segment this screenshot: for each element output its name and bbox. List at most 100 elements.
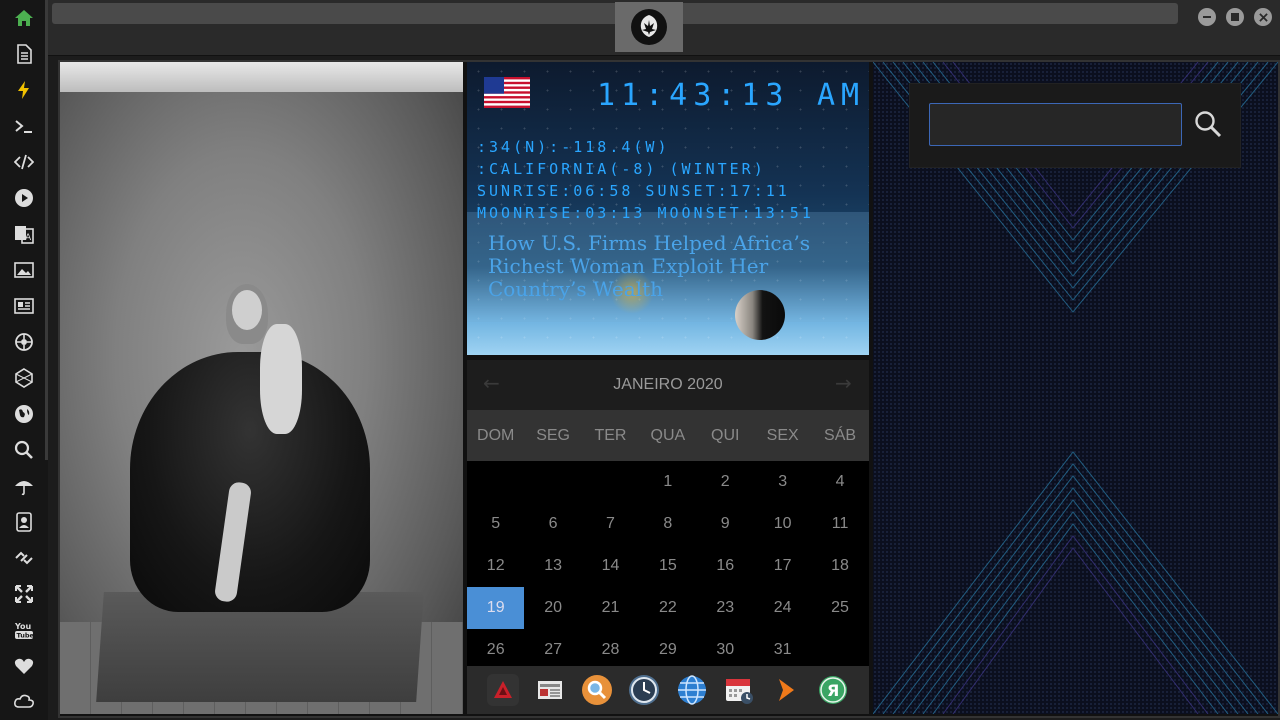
minimize-button[interactable] [1198, 8, 1216, 26]
clock-coordinates: :34(N):-118.4(W) [477, 138, 670, 156]
calendar-app-icon[interactable] [723, 674, 755, 706]
yandex-icon[interactable]: Я [817, 674, 849, 706]
search-widget [909, 83, 1241, 168]
calendar-day[interactable]: 28 [582, 629, 639, 666]
code-icon[interactable] [10, 148, 38, 176]
globe-icon[interactable] [10, 400, 38, 428]
contacts-icon[interactable] [10, 508, 38, 536]
calendar-grid: 1 2 3 4 5 6 7 8 9 10 11 12 13 14 15 16 1… [467, 461, 869, 666]
home-icon[interactable] [10, 4, 38, 32]
weekday-label: DOM [477, 427, 515, 444]
calendar-day[interactable]: 7 [582, 503, 639, 545]
calendar-day[interactable]: 5 [467, 503, 524, 545]
world-clock-panel: 11:43:13 AM :34(N):-118.4(W) :CALIFORNIA… [467, 62, 869, 355]
calendar-day[interactable]: 2 [697, 461, 754, 503]
browser-globe-icon[interactable] [676, 674, 708, 706]
calendar-day[interactable]: 15 [639, 545, 696, 587]
calendar-day[interactable]: 16 [697, 545, 754, 587]
link-icon[interactable] [10, 544, 38, 572]
calendar-weekdays: DOM SEG TER QUA QUI SEX SÁB [467, 410, 869, 461]
next-month-button[interactable]: → [835, 371, 852, 395]
newspaper-icon[interactable] [534, 674, 566, 706]
calendar-week: 19 20 21 22 23 24 25 [467, 587, 869, 629]
photo-panel [60, 62, 463, 714]
weekday-label: SEG [536, 427, 570, 444]
calendar-day[interactable]: 26 [467, 629, 524, 666]
calendar-day[interactable]: 20 [524, 587, 581, 629]
search-button[interactable] [1192, 108, 1224, 140]
image-icon[interactable] [10, 256, 38, 284]
calendar-day-today[interactable]: 19 [467, 587, 525, 629]
logo-tab[interactable] [615, 2, 683, 52]
clock-moon-times: MOONRISE:03:13 MOONSET:13:51 [477, 204, 814, 222]
app-sidebar: A You Tube [0, 0, 48, 720]
calendar-day[interactable]: 25 [811, 587, 868, 629]
clock-app-icon[interactable] [628, 674, 660, 706]
app-red-triangle-icon[interactable] [486, 674, 519, 706]
calendar-day [524, 461, 581, 503]
clock-sun-times: SUNRISE:06:58 SUNSET:17:11 [477, 182, 790, 200]
weekday-label: SÁB [824, 427, 857, 444]
news-icon[interactable] [10, 292, 38, 320]
calendar-day[interactable]: 4 [811, 461, 868, 503]
play-icon[interactable] [10, 184, 38, 212]
cloud-icon[interactable] [10, 688, 38, 716]
sidebar-scrollbar[interactable] [45, 0, 48, 460]
hexagon-icon[interactable] [10, 364, 38, 392]
calendar-day[interactable]: 14 [582, 545, 639, 587]
terminal-icon[interactable] [10, 112, 38, 140]
weekday-label: SEX [766, 427, 799, 444]
calendar-week: 12 13 14 15 16 17 18 [467, 545, 869, 587]
translate-icon[interactable]: A [10, 220, 38, 248]
calendar-day[interactable]: 1 [639, 461, 696, 503]
calendar-day[interactable]: 12 [467, 545, 524, 587]
bolt-icon[interactable] [10, 76, 38, 104]
calendar-day[interactable]: 24 [754, 587, 811, 629]
calendar-day[interactable]: 9 [697, 503, 754, 545]
calendar-day[interactable]: 22 [639, 587, 696, 629]
calendar-day[interactable]: 21 [582, 587, 639, 629]
calendar-week: 5 6 7 8 9 10 11 [467, 503, 869, 545]
youtube-icon[interactable]: You Tube [10, 616, 38, 644]
maximize-button[interactable] [1226, 8, 1244, 26]
search-icon [1195, 111, 1222, 138]
calendar-day [582, 461, 639, 503]
calendar-day[interactable]: 31 [754, 629, 811, 666]
calendar-day[interactable]: 23 [697, 587, 754, 629]
desktop: A You Tube 11:43:13 AM:34(N):-118.4(W) … [0, 0, 1280, 720]
close-icon [1258, 12, 1268, 22]
calendar-day[interactable]: 10 [754, 503, 811, 545]
calendar-header: ← JANEIRO 2020 → [467, 360, 869, 410]
expand-icon[interactable] [10, 580, 38, 608]
heart-icon[interactable] [10, 652, 38, 680]
calendar-day[interactable]: 30 [697, 629, 754, 666]
umbrella-icon[interactable] [10, 472, 38, 500]
calendar-day[interactable]: 8 [639, 503, 696, 545]
calendar-day[interactable]: 17 [754, 545, 811, 587]
arrow-app-icon[interactable] [770, 674, 802, 706]
calendar-day[interactable]: 27 [524, 629, 581, 666]
us-flag-icon [484, 77, 530, 108]
search-icon[interactable] [10, 436, 38, 464]
svg-text:You: You [14, 622, 32, 631]
calendar-day[interactable]: 6 [524, 503, 581, 545]
calendar-day[interactable]: 29 [639, 629, 696, 666]
news-headline[interactable]: How U.S. Firms Helped Africa’s Richest W… [488, 232, 858, 301]
calendar-day [467, 461, 524, 503]
weekday-label: QUI [711, 427, 740, 444]
calendar-day[interactable]: 13 [524, 545, 581, 587]
svg-text:A: A [25, 233, 32, 243]
calendar-widget: ← JANEIRO 2020 → DOM SEG TER QUA QUI SEX… [467, 360, 869, 666]
weekday-label: TER [594, 427, 627, 444]
svg-text:Tube: Tube [17, 632, 35, 640]
magnifier-app-icon[interactable] [581, 674, 613, 706]
document-icon[interactable] [10, 40, 38, 68]
calendar-day[interactable]: 3 [754, 461, 811, 503]
calendar-week: 26 27 28 29 30 31 [467, 629, 869, 666]
calendar-day[interactable]: 11 [811, 503, 868, 545]
clock-location: :CALIFORNIA(-8) (WINTER) [477, 160, 766, 178]
search-input[interactable] [929, 103, 1182, 146]
calendar-day[interactable]: 18 [811, 545, 868, 587]
settings-wheel-icon[interactable] [10, 328, 38, 356]
close-button[interactable] [1254, 8, 1272, 26]
